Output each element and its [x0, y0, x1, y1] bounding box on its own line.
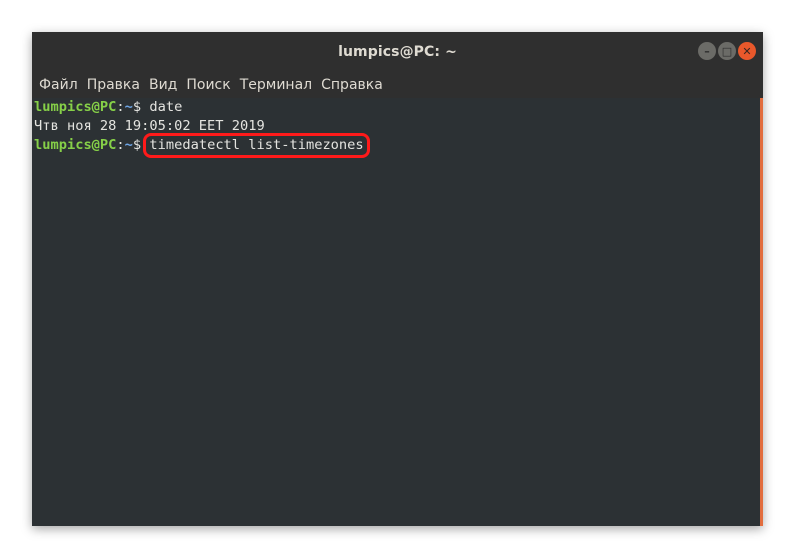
scrollbar[interactable]	[760, 98, 763, 526]
menu-search[interactable]: Поиск	[182, 77, 234, 93]
prompt-path: ~	[124, 137, 133, 153]
window-controls: – □ ✕	[698, 42, 756, 60]
maximize-icon: □	[721, 44, 733, 58]
prompt-user-host: lumpics@PC	[34, 137, 117, 153]
prompt-separator: :	[116, 99, 125, 115]
menu-terminal[interactable]: Терминал	[236, 77, 316, 93]
menu-file[interactable]: Файл	[35, 77, 82, 93]
menu-bar: Файл Правка Вид Поиск Терминал Справка	[32, 71, 763, 98]
command-text: date	[149, 99, 183, 115]
minimize-icon: –	[704, 44, 710, 58]
close-icon: ✕	[742, 44, 752, 58]
prompt-path: ~	[124, 99, 133, 115]
terminal-line-2: Чтв ноя 28 19:05:02 EET 2019	[32, 117, 760, 136]
highlighted-command: timedatectl list-timezones	[143, 133, 370, 158]
terminal-line-1: lumpics@PC:~$ date	[32, 98, 760, 117]
window-title: lumpics@PC: ~	[338, 43, 457, 60]
title-bar[interactable]: lumpics@PC: ~ – □ ✕	[32, 32, 763, 71]
highlight-ring	[143, 133, 370, 158]
terminal-output-area[interactable]: lumpics@PC:~$ date Чтв ноя 28 19:05:02 E…	[32, 98, 760, 526]
maximize-button[interactable]: □	[718, 42, 736, 60]
menu-edit[interactable]: Правка	[83, 77, 144, 93]
terminal-line-3: lumpics@PC:~$ timedatectl list-timezones	[32, 133, 760, 158]
minimize-button[interactable]: –	[698, 42, 716, 60]
menu-help[interactable]: Справка	[317, 77, 387, 93]
command-output: Чтв ноя 28 19:05:02 EET 2019	[34, 118, 265, 134]
menu-view[interactable]: Вид	[145, 77, 181, 93]
prompt-user-host: lumpics@PC	[34, 99, 117, 115]
prompt-symbol: $	[132, 99, 150, 115]
prompt-separator: :	[116, 137, 125, 153]
terminal-window: lumpics@PC: ~ – □ ✕ Файл Правка Вид Поис…	[32, 32, 763, 526]
close-button[interactable]: ✕	[738, 42, 756, 60]
